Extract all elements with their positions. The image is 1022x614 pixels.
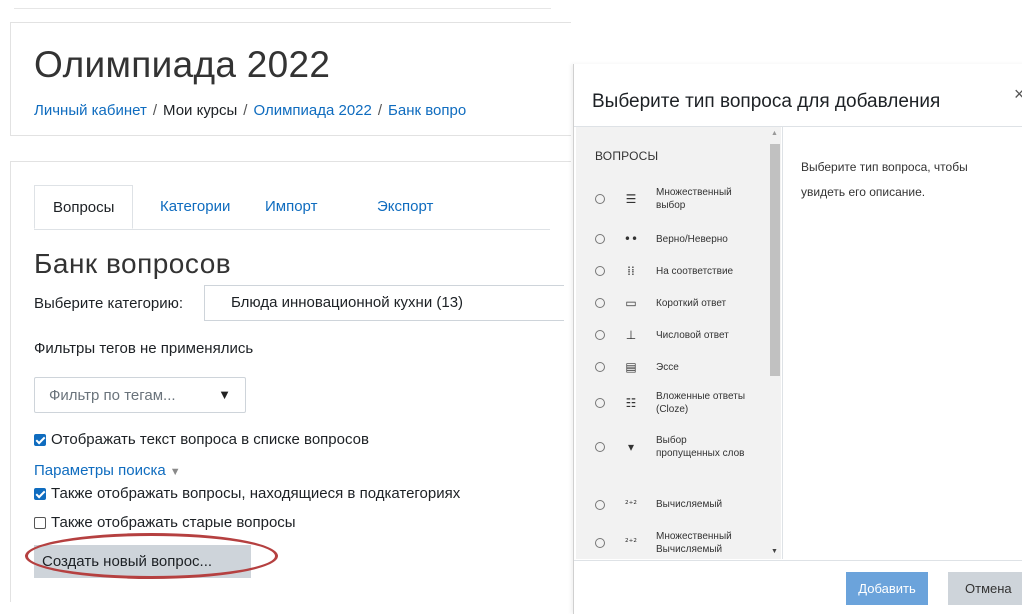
tab-questions[interactable]: Вопросы (34, 185, 134, 229)
list-icon: ☰ (625, 192, 637, 206)
option-label: Короткий ответ (656, 297, 727, 309)
show-text-label: Отображать текст вопроса в списке вопрос… (51, 431, 369, 448)
tab-import[interactable]: Импорт (265, 185, 317, 229)
subcategories-checkbox-row[interactable]: Также отображать вопросы, находящиеся в … (34, 485, 460, 502)
show-text-checkbox-row[interactable]: Отображать текст вопроса в списке вопрос… (34, 431, 369, 448)
calculated-multi-icon: ²⁺² (625, 538, 637, 548)
radio-button[interactable] (595, 538, 605, 548)
breadcrumb-my-courses: Мои курсы (163, 102, 238, 119)
option-shortanswer[interactable]: ▭ Короткий ответ (595, 296, 763, 310)
matching-icon: ⁞⁞ (627, 264, 635, 278)
calculated-icon: ²⁺² (625, 499, 637, 510)
show-text-checkbox[interactable] (34, 433, 46, 446)
cancel-button[interactable]: Отмена (948, 572, 1022, 605)
radio-button[interactable] (595, 194, 605, 204)
subcategories-label: Также отображать вопросы, находящиеся в … (51, 485, 461, 502)
option-label: Вложенные ответы (Cloze) (656, 391, 746, 415)
option-calculatedmulti[interactable]: ²⁺² Множественный Вычисляемый (595, 530, 763, 556)
breadcrumb-question-bank[interactable]: Банк вопро (388, 102, 466, 119)
question-type-description: Выберите тип вопроса, чтобы увидеть его … (801, 160, 968, 199)
subcategories-checkbox[interactable] (34, 487, 46, 500)
option-matching[interactable]: ⁞⁞ На соответствие (595, 264, 763, 278)
option-label: Эссе (656, 361, 679, 373)
scroll-down-icon[interactable]: ▼ (771, 548, 778, 555)
old-questions-checkbox-row[interactable]: Также отображать старые вопросы (34, 514, 296, 531)
option-label: Множественный выбор (656, 187, 732, 211)
option-label: На соответствие (656, 265, 734, 277)
radio-button[interactable] (595, 362, 605, 372)
option-label: Вычисляемый (656, 499, 723, 510)
dropdown-icon: ▾ (627, 440, 635, 454)
old-questions-checkbox[interactable] (34, 516, 46, 529)
option-label: Выбор пропущенных слов (656, 435, 745, 459)
tag-filter-info: Фильтры тегов не применялись (34, 340, 254, 357)
search-options-toggle[interactable]: Параметры поиска ▼ (34, 462, 181, 479)
option-label: Множественный Вычисляемый (656, 531, 732, 555)
add-button[interactable]: Добавить (846, 572, 928, 605)
radio-button[interactable] (595, 499, 605, 510)
dialog-title: Выберите тип вопроса для добавления (592, 91, 941, 112)
tag-filter-dropdown[interactable]: Фильтр по тегам... ▼ (34, 377, 246, 413)
numeric-icon: ⊥ (625, 328, 637, 342)
course-title: Олимпиада 2022 (34, 44, 331, 85)
category-select[interactable]: Блюда инновационной кухни (13) (204, 285, 564, 321)
search-options-label: Параметры поиска (34, 462, 166, 479)
radio-button[interactable] (595, 234, 605, 244)
option-label: Верно/Неверно (656, 233, 728, 245)
breadcrumb: Личный кабинет / Мои курсы / Олимпиада 2022/… (34, 102, 467, 119)
header-divider (14, 8, 551, 9)
category-label: Выберите категорию: (34, 295, 184, 312)
option-label: Числовой ответ (656, 329, 729, 341)
chevron-down-icon: ▼ (169, 466, 181, 478)
questions-section-header: ВОПРОСЫ (595, 149, 659, 163)
page-title: Банк вопросов (34, 248, 232, 279)
highlight-ellipse (25, 533, 278, 579)
tab-categories[interactable]: Категории (160, 185, 230, 229)
old-questions-label: Также отображать старые вопросы (51, 514, 296, 531)
cloze-icon: ☷ (625, 396, 637, 410)
option-calculated[interactable]: ²⁺² Вычисляемый (595, 498, 763, 511)
breadcrumb-dashboard[interactable]: Личный кабинет (34, 102, 147, 119)
tab-export[interactable]: Экспорт (377, 185, 433, 229)
radio-button[interactable] (595, 330, 605, 340)
option-numerical[interactable]: ⊥ Числовой ответ (595, 328, 763, 342)
option-truefalse[interactable]: •• Верно/Неверно (595, 232, 763, 246)
option-gapselect[interactable]: ▾ Выбор пропущенных слов (595, 434, 763, 460)
textbox-icon: ▭ (625, 296, 637, 310)
breadcrumb-course[interactable]: Олимпиада 2022 (253, 102, 371, 119)
dots-icon: •• (623, 232, 639, 246)
caret-down-icon: ▼ (218, 387, 231, 402)
question-type-dialog: Выберите тип вопроса для добавления × ВО… (573, 64, 1022, 614)
radio-button[interactable] (595, 266, 605, 276)
radio-button[interactable] (595, 298, 605, 308)
option-multichoice[interactable]: ☰ Множественный выбор (595, 186, 763, 212)
tag-filter-placeholder: Фильтр по тегам... (49, 387, 176, 404)
tab-bar: Вопросы Категории Импорт Экспорт (34, 185, 550, 230)
close-icon[interactable]: × (1014, 84, 1022, 105)
option-essay[interactable]: ▤ Эссе (595, 360, 763, 374)
option-cloze[interactable]: ☷ Вложенные ответы (Cloze) (595, 390, 763, 416)
radio-button[interactable] (595, 442, 605, 452)
list-scrollbar-thumb[interactable] (770, 144, 780, 376)
scroll-up-icon[interactable]: ▲ (771, 130, 778, 137)
document-icon: ▤ (625, 360, 637, 374)
radio-button[interactable] (595, 398, 605, 408)
